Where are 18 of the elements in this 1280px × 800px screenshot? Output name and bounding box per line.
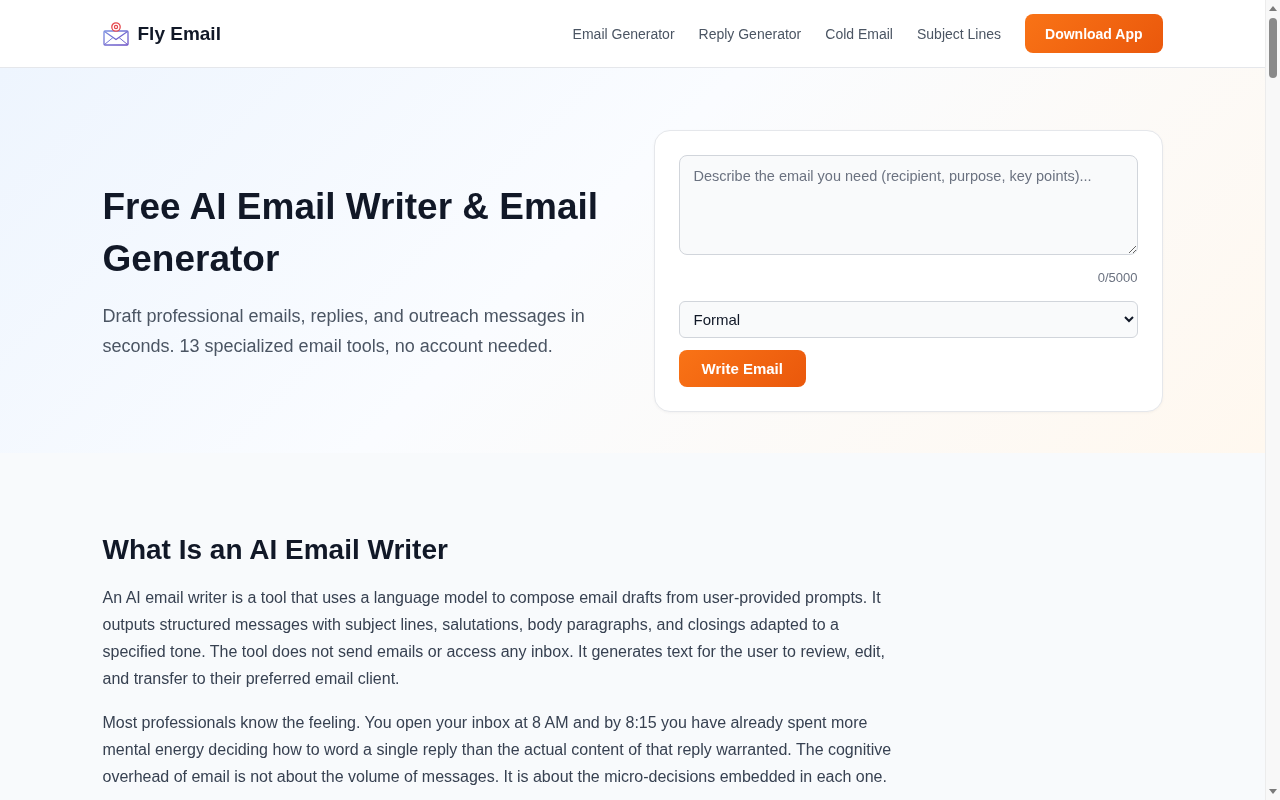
arrow-up-icon[interactable] — [1269, 6, 1277, 11]
nav-link[interactable]: Email Generator — [572, 25, 675, 42]
nav-link[interactable]: Cold Email — [825, 25, 893, 42]
hero-subtitle: Draft professional emails, replies, and outreach messages in seconds. 13 specialized email tools, no account needed. — [102, 305, 586, 358]
hero-title: Free AI Email Writer & Email Generator — [102, 185, 600, 281]
body-paragraph: Most professionals know the feeling. You open your inbox at 8 AM and by 8:15 you have already spent more mental energy deciding how to word a single reply than the actual content of that reply warranted. The cognitive overhead of email is not about the volume of messages. It is about the micro-decisions embedded in each one. — [102, 713, 893, 787]
scrollbar[interactable] — [1265, 0, 1280, 800]
section-heading: What Is an AI Email Writer — [102, 533, 449, 567]
tone-select[interactable]: Formal — [678, 301, 1138, 338]
arrow-down-icon[interactable] — [1269, 789, 1277, 794]
body-paragraph: An AI email writer is a tool that uses a language model to compose email drafts from user-provided prompts. It outputs structured messages with subject lines, salutations, body paragraphs, and closings adapted to a specified tone. The tool does not send emails or access any inbox. It generates text for the user to review, edit, and transfer to their preferred email client. — [102, 588, 886, 689]
nav-link[interactable]: Reply Generator — [698, 25, 802, 42]
envelope-icon — [102, 21, 129, 46]
logo-text[interactable]: Fly Email — [137, 22, 221, 45]
scrollbar-thumb[interactable] — [1269, 18, 1277, 78]
character-counter: 0/5000 — [1097, 269, 1138, 287]
prompt-field[interactable]: Describe the email you need (recipient, purpose, key points)... — [678, 155, 1138, 255]
nav-link[interactable]: Subject Lines — [916, 25, 1002, 42]
